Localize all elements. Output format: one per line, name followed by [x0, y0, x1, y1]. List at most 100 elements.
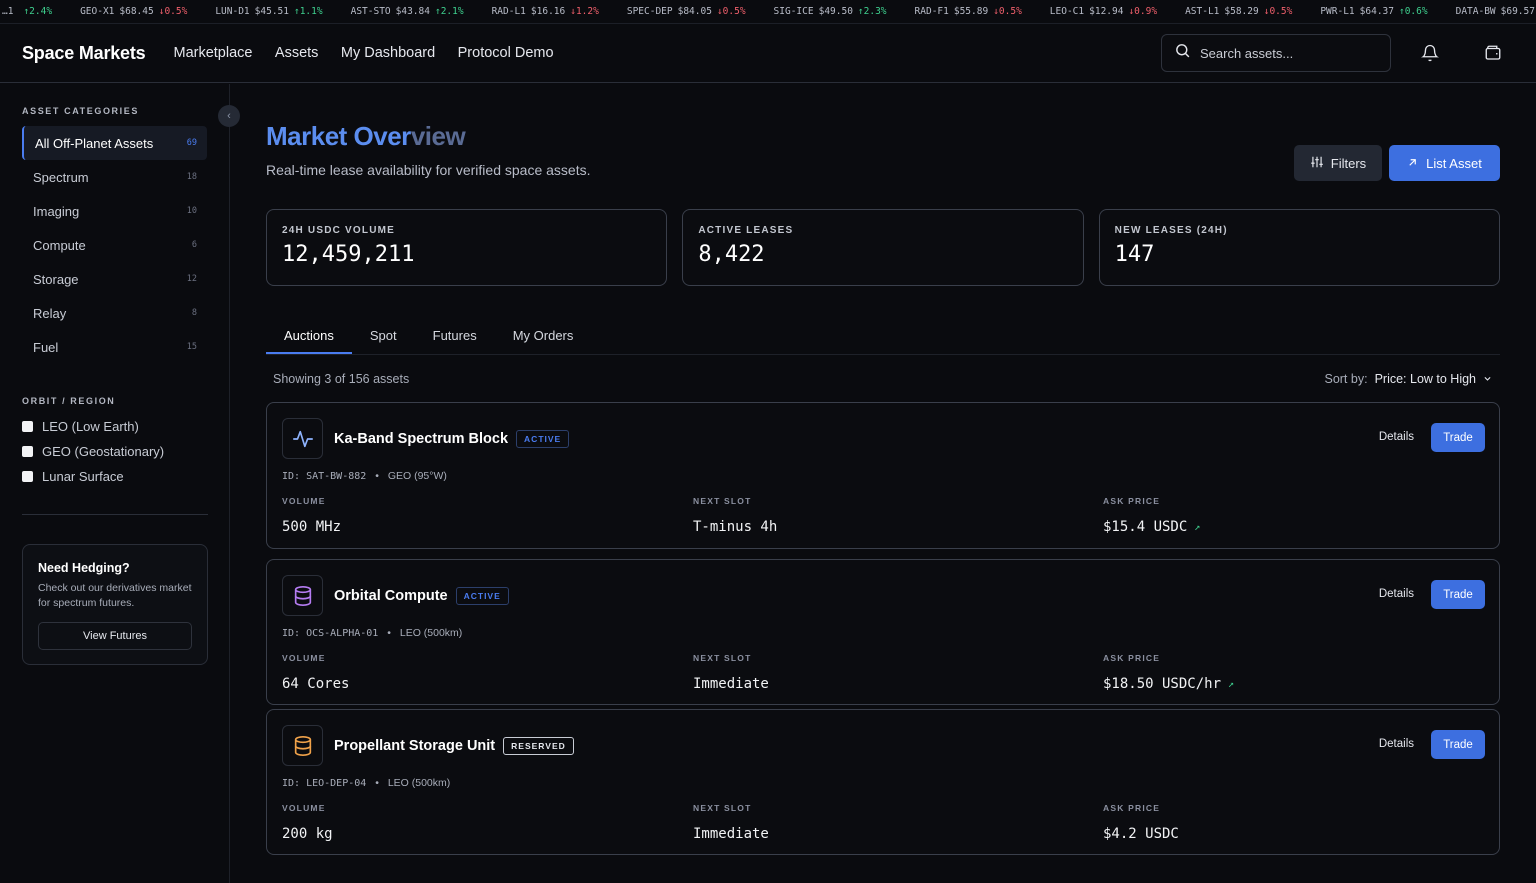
ticker-symbol: AST-L1	[1185, 6, 1220, 17]
stat-card-active-leases: ACTIVE LEASES 8,422	[682, 209, 1084, 286]
sidebar-item-fuel[interactable]: Fuel 15	[22, 330, 207, 364]
list-asset-button[interactable]: List Asset	[1389, 145, 1500, 181]
ticker-item: DATA-BW $69.57	[1456, 6, 1536, 17]
next-slot-value: T-minus 4h	[693, 519, 778, 535]
asset-orbit: LEO (500km)	[387, 777, 451, 789]
volume-column: VOLUME 500 MHz	[282, 496, 341, 535]
ticker-change: ↓0.5%	[716, 6, 746, 17]
volume-column: VOLUME 200 kg	[282, 803, 333, 842]
categories-title: ASSET CATEGORIES	[22, 106, 139, 116]
ticker-item: GEO-X1 $68.45 ↓0.5%	[80, 6, 187, 17]
details-button[interactable]: Details	[1379, 588, 1414, 600]
view-futures-button[interactable]: View Futures	[38, 622, 192, 650]
sidebar-item-compute[interactable]: Compute 6	[22, 228, 207, 262]
sidebar-item-all-off-planet-assets[interactable]: All Off-Planet Assets 69	[22, 126, 207, 160]
tab-futures[interactable]: Futures	[415, 316, 495, 354]
stats-row: 24H USDC VOLUME 12,459,211 ACTIVE LEASES…	[266, 209, 1500, 286]
bell-icon[interactable]	[1419, 42, 1441, 64]
app-logo[interactable]: Space Markets	[22, 43, 146, 64]
sidebar-item-relay[interactable]: Relay 8	[22, 296, 207, 330]
asset-orbit: GEO (95°W)	[387, 470, 447, 482]
collapse-sidebar-icon[interactable]: ‹	[218, 105, 240, 127]
ticker-price: $12.94	[1089, 6, 1124, 17]
ticker-price: $69.57	[1500, 6, 1535, 17]
ticker-symbol: RAD-L1	[491, 6, 526, 17]
trade-button[interactable]: Trade	[1431, 730, 1485, 759]
next-slot-value: Immediate	[693, 826, 769, 842]
ticker-symbol: SIG-ICE	[773, 6, 814, 17]
ticker-change: ↑2.1%	[434, 6, 464, 17]
tab-auctions[interactable]: Auctions	[266, 316, 352, 354]
wallet-icon[interactable]	[1482, 42, 1504, 64]
nav-protocol-demo[interactable]: Protocol Demo	[458, 45, 554, 61]
sort-control[interactable]: Sort by: Price: Low to High	[1324, 372, 1500, 386]
promo-title: Need Hedging?	[38, 561, 130, 575]
search-box[interactable]	[1161, 34, 1391, 72]
ticker-change: ↑0.6%	[1398, 6, 1428, 17]
checkbox[interactable]	[22, 471, 33, 482]
search-input[interactable]	[1200, 45, 1370, 61]
ask-price-value: $18.50 USDC/hr	[1103, 676, 1222, 692]
category-count: 8	[191, 308, 197, 318]
ask-price-label: ASK PRICE	[1103, 653, 1161, 663]
market-tabs: Auctions Spot Futures My Orders	[266, 316, 1500, 355]
ticker-change: ↑1.1%	[293, 6, 323, 17]
ticker-item: SIG-ICE $49.50 ↑2.3%	[774, 6, 887, 17]
database-icon	[282, 575, 323, 616]
sidebar-divider	[22, 514, 208, 515]
ticker-change: ↑2.4%	[23, 6, 53, 17]
category-count: 10	[186, 206, 197, 216]
volume-column: VOLUME 64 Cores	[282, 653, 349, 692]
asset-meta: ID: LEO-DEP-04 • LEO (500km)	[282, 777, 451, 789]
details-button[interactable]: Details	[1379, 431, 1414, 443]
checkbox[interactable]	[22, 446, 33, 457]
nav-marketplace[interactable]: Marketplace	[173, 45, 252, 61]
asset-name: Propellant Storage Unit	[334, 738, 496, 754]
asset-meta: ID: SAT-BW-882 • GEO (95°W)	[282, 470, 447, 482]
stat-value: 12,459,211	[282, 242, 415, 267]
details-button[interactable]: Details	[1379, 738, 1414, 750]
ask-price-column: ASK PRICE $15.4 USDC ↗	[1103, 496, 1200, 535]
ticker-item: AST-STO $43.84 ↑2.1%	[351, 6, 464, 17]
asset-name: Ka-Band Spectrum Block	[334, 431, 509, 447]
volume-label: VOLUME	[282, 496, 326, 506]
next-slot-label: NEXT SLOT	[693, 653, 752, 663]
nav-assets[interactable]: Assets	[275, 45, 319, 61]
volume-value: 200 kg	[282, 826, 333, 842]
search-icon	[1174, 42, 1191, 64]
tab-spot[interactable]: Spot	[352, 316, 415, 354]
nav-my-dashboard[interactable]: My Dashboard	[341, 45, 435, 61]
orbit-filter-checkbox[interactable]: Lunar Surface	[22, 464, 207, 489]
trade-button[interactable]: Trade	[1431, 580, 1485, 609]
trend-up-icon: ↗	[1228, 678, 1235, 690]
ticker-item: LEO-C1 $12.94 ↓0.9%	[1050, 6, 1157, 17]
sort-value[interactable]: Price: Low to High	[1375, 372, 1476, 386]
ticker-change: ↑2.3%	[857, 6, 887, 17]
chevron-down-icon	[1483, 372, 1492, 386]
list-asset-label: List Asset	[1426, 155, 1482, 171]
ticker-item: RAD-F1 $55.89 ↓0.5%	[915, 6, 1022, 17]
database-icon	[282, 725, 323, 766]
category-label: Storage	[33, 271, 79, 287]
next-slot-column: NEXT SLOT T-minus 4h	[693, 496, 777, 535]
volume-label: VOLUME	[282, 653, 326, 663]
ticker-item: LUN-D1 $45.51 ↑1.1%	[215, 6, 322, 17]
ticker-symbol: LUN-D1	[215, 6, 250, 17]
volume-label: VOLUME	[282, 803, 326, 813]
orbit-filter-checkbox[interactable]: GEO (Geostationary)	[22, 439, 207, 464]
ticker-price: $68.45	[119, 6, 154, 17]
asset-title: Ka-Band Spectrum Block ACTIVE	[334, 430, 570, 448]
filters-button[interactable]: Filters	[1294, 145, 1382, 181]
sidebar-item-storage[interactable]: Storage 12	[22, 262, 207, 296]
ticker-price: $49.50	[818, 6, 853, 17]
sidebar-item-spectrum[interactable]: Spectrum 18	[22, 160, 207, 194]
sort-label: Sort by:	[1324, 372, 1368, 386]
sidebar-item-imaging[interactable]: Imaging 10	[22, 194, 207, 228]
tab-my-orders[interactable]: My Orders	[495, 316, 592, 354]
category-count: 18	[186, 172, 197, 182]
checkbox[interactable]	[22, 421, 33, 432]
filters-label: Filters	[1330, 155, 1367, 171]
orbit-filter-checkbox[interactable]: LEO (Low Earth)	[22, 414, 207, 439]
ticker-symbol: DATA-BW	[1455, 6, 1496, 17]
trade-button[interactable]: Trade	[1431, 423, 1485, 452]
